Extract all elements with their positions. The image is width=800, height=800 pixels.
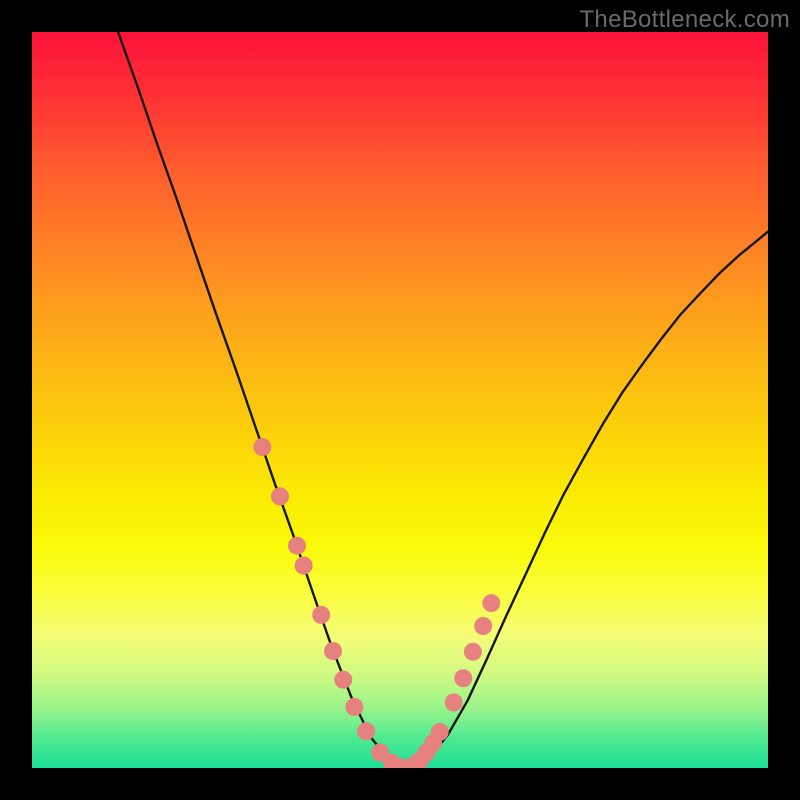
marker-point [334, 671, 352, 689]
marker-point [324, 642, 342, 660]
watermark-text: TheBottleneck.com [579, 6, 790, 34]
chart-frame: TheBottleneck.com [0, 0, 800, 800]
marker-point [312, 606, 330, 624]
marker-point [357, 722, 375, 740]
marker-point [482, 594, 500, 612]
marker-point [431, 723, 449, 741]
curve-line [118, 32, 768, 768]
marker-point [295, 557, 313, 575]
marker-point [345, 698, 363, 716]
marker-point [288, 537, 306, 555]
marker-point [464, 643, 482, 661]
curve-markers [253, 438, 500, 768]
marker-point [454, 669, 472, 687]
marker-point [271, 487, 289, 505]
curve-svg [32, 32, 768, 768]
marker-point [253, 438, 271, 456]
marker-point [445, 694, 463, 712]
marker-point [474, 617, 492, 635]
plot-area [32, 32, 768, 768]
